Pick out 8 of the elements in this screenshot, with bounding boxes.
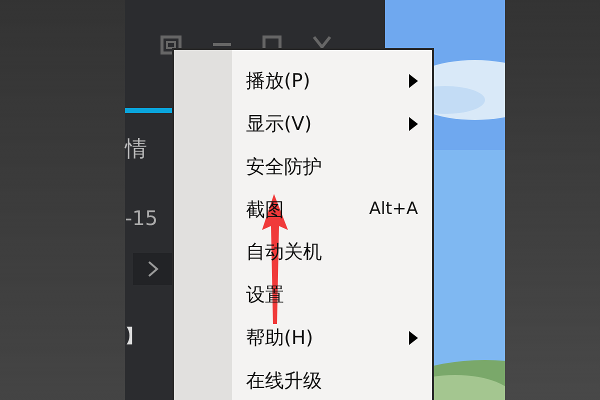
menu-item[interactable]: 显示(V) [232,102,432,146]
menu-item[interactable]: 帮助(H) [232,316,432,360]
date-text: -15 [125,205,158,232]
menu-item[interactable]: 播放(P) [232,60,432,103]
list-text: 】 [125,325,143,349]
menu-item[interactable]: 安全防护 [232,146,432,188]
menu-item[interactable]: 在线升级 [232,360,432,400]
tab-label[interactable]: 情 [125,113,147,203]
